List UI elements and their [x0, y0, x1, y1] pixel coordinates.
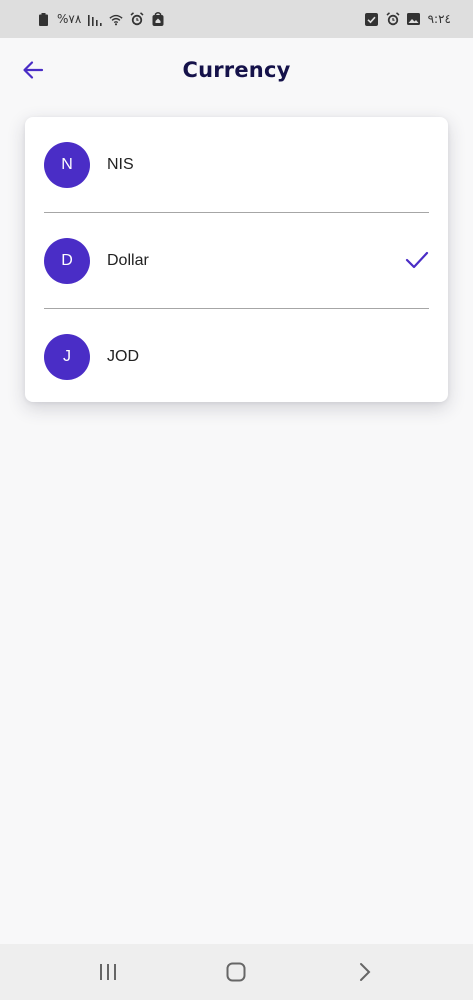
- battery-percentage: %٧٨: [57, 12, 82, 26]
- status-time: ٩:٢٤: [427, 12, 451, 26]
- arrow-left-icon: [23, 61, 44, 79]
- currency-avatar: N: [44, 141, 90, 188]
- signal-icon: [88, 12, 102, 26]
- back-chevron-icon: [359, 963, 371, 981]
- app-bar: Currency: [0, 38, 473, 102]
- alarm-icon-right: [386, 12, 400, 26]
- status-right: ٩:٢٤: [365, 12, 451, 26]
- currency-label: JOD: [107, 347, 139, 365]
- currency-option-nis[interactable]: N NIS: [44, 117, 429, 212]
- currency-avatar: D: [44, 237, 90, 284]
- back-button[interactable]: [16, 56, 50, 84]
- currency-option-jod[interactable]: J JOD: [44, 309, 429, 404]
- home-icon: [226, 962, 246, 982]
- recents-icon: [100, 964, 117, 980]
- currency-label: NIS: [107, 155, 134, 173]
- nav-back-button[interactable]: [345, 952, 385, 992]
- page-title: Currency: [182, 58, 291, 82]
- alarm-icon: [130, 12, 144, 26]
- wifi-icon: [109, 12, 123, 26]
- currency-avatar: J: [44, 333, 90, 380]
- currency-list-card: N NIS D Dollar J JOD: [25, 117, 448, 402]
- lock-notification-icon: [151, 12, 165, 26]
- checkbox-notification-icon: [365, 12, 379, 26]
- status-bar: %٧٨ ٩:٢٤: [0, 0, 473, 38]
- recents-button[interactable]: [88, 952, 128, 992]
- home-button[interactable]: [216, 952, 256, 992]
- check-icon: [405, 251, 429, 269]
- system-nav-bar: [0, 944, 473, 1000]
- battery-icon: [36, 12, 50, 26]
- currency-option-dollar[interactable]: D Dollar: [44, 213, 429, 308]
- gallery-icon: [407, 12, 421, 26]
- currency-label: Dollar: [107, 251, 149, 269]
- status-left: %٧٨: [36, 12, 165, 26]
